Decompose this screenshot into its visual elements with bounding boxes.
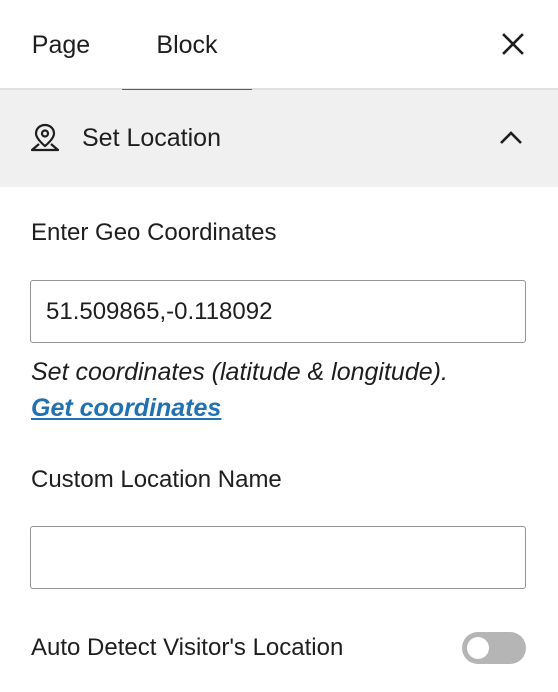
panel-title: Set Location: [82, 124, 221, 152]
geo-coordinates-label: Enter Geo Coordinates: [31, 219, 277, 246]
get-coordinates-link[interactable]: Get coordinates: [31, 394, 221, 423]
geo-help-text: Set coordinates (latitude & longitude).: [31, 358, 448, 386]
location-pin-icon: [30, 123, 60, 152]
chevron-up-icon[interactable]: [498, 128, 524, 146]
tab-page[interactable]: Page: [0, 0, 122, 90]
custom-location-label: Custom Location Name: [31, 466, 282, 493]
geo-coordinates-input[interactable]: [30, 280, 526, 343]
set-location-panel-toggle[interactable]: Set Location: [0, 90, 558, 187]
toggle-knob: [467, 637, 489, 659]
custom-location-input[interactable]: [30, 526, 526, 589]
tab-block[interactable]: Block: [122, 0, 252, 92]
close-icon[interactable]: [500, 31, 526, 57]
auto-detect-toggle[interactable]: [462, 632, 526, 664]
auto-detect-label: Auto Detect Visitor's Location: [31, 634, 344, 661]
sidebar-tabs: Page Block: [0, 0, 558, 92]
